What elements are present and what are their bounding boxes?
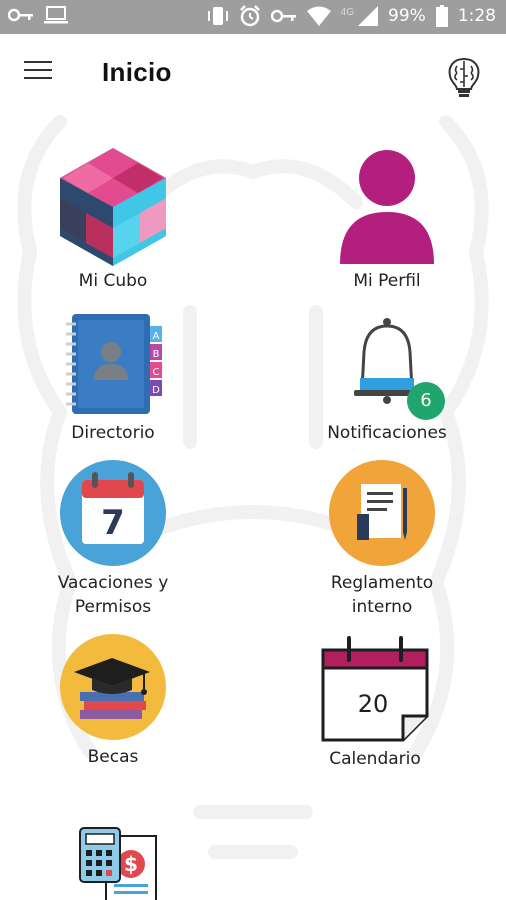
svg-text:B: B: [153, 349, 160, 360]
graduation-cap-books-icon: [60, 634, 166, 740]
vpn-key-icon: [270, 9, 296, 23]
tile-label: Notificaciones: [327, 423, 447, 443]
battery-percent: 99%: [388, 6, 426, 26]
tile-mi-perfil[interactable]: Mi Perfil: [287, 148, 487, 292]
tile-calculator-payroll[interactable]: $: [13, 826, 213, 900]
svg-text:A: A: [153, 331, 160, 342]
cube-icon: [60, 148, 166, 266]
tile-label: Vacaciones y: [57, 573, 169, 593]
tile-directorio[interactable]: A B C D Directorio: [13, 312, 213, 444]
calendar-7-icon: 7: [60, 460, 166, 566]
calendar-day-number: 7: [101, 503, 125, 543]
page-title: Inicio: [102, 57, 172, 87]
tile-label: Calendario: [329, 749, 421, 769]
tile-mi-cubo[interactable]: Mi Cubo: [13, 148, 213, 292]
tile-notificaciones[interactable]: 6 Notificaciones: [287, 312, 487, 444]
document-icon: [329, 460, 435, 566]
tile-label: Directorio: [71, 423, 155, 443]
app-bar: Inicio: [0, 34, 506, 112]
notification-count-badge: 6: [407, 382, 445, 420]
svg-text:D: D: [152, 385, 160, 396]
tile-reglamento-interno[interactable]: Reglamento interno: [282, 458, 482, 618]
tile-calendario[interactable]: 20 Calendario: [275, 632, 475, 770]
address-book-icon: A B C D: [66, 314, 162, 414]
svg-text:C: C: [153, 367, 160, 378]
calendar-page-icon: 20: [321, 636, 429, 742]
brain-lightbulb-icon[interactable]: [444, 56, 484, 100]
laptop-icon: [44, 6, 68, 24]
tile-becas[interactable]: Becas: [13, 632, 213, 768]
wifi-icon: [306, 6, 331, 26]
tile-label: interno: [351, 597, 413, 617]
calendar-day-number: 20: [358, 690, 389, 718]
battery-icon: [435, 5, 448, 27]
tile-label: Becas: [87, 747, 139, 767]
person-icon: [340, 150, 434, 264]
clock-time: 1:28: [457, 6, 496, 26]
status-bar: 4G 99% 1:28: [0, 0, 506, 34]
vibrate-icon: [207, 7, 228, 25]
tile-label: Reglamento: [330, 573, 434, 593]
tile-label: Mi Cubo: [78, 271, 148, 291]
key-icon: [8, 8, 33, 22]
network-type-label: 4G: [340, 6, 355, 18]
signal-icon: [358, 6, 379, 26]
svg-text:$: $: [124, 852, 138, 876]
home-grid: Mi Cubo Mi Perfil A B C D Directorio 6 N…: [0, 112, 506, 900]
tile-label: Permisos: [74, 597, 152, 617]
hamburger-menu-icon[interactable]: [24, 61, 54, 85]
alarm-icon: [239, 5, 260, 27]
calculator-payroll-icon: $: [79, 827, 157, 900]
tile-label: Mi Perfil: [353, 271, 421, 291]
tile-vacaciones-permisos[interactable]: 7 Vacaciones y Permisos: [13, 458, 213, 618]
